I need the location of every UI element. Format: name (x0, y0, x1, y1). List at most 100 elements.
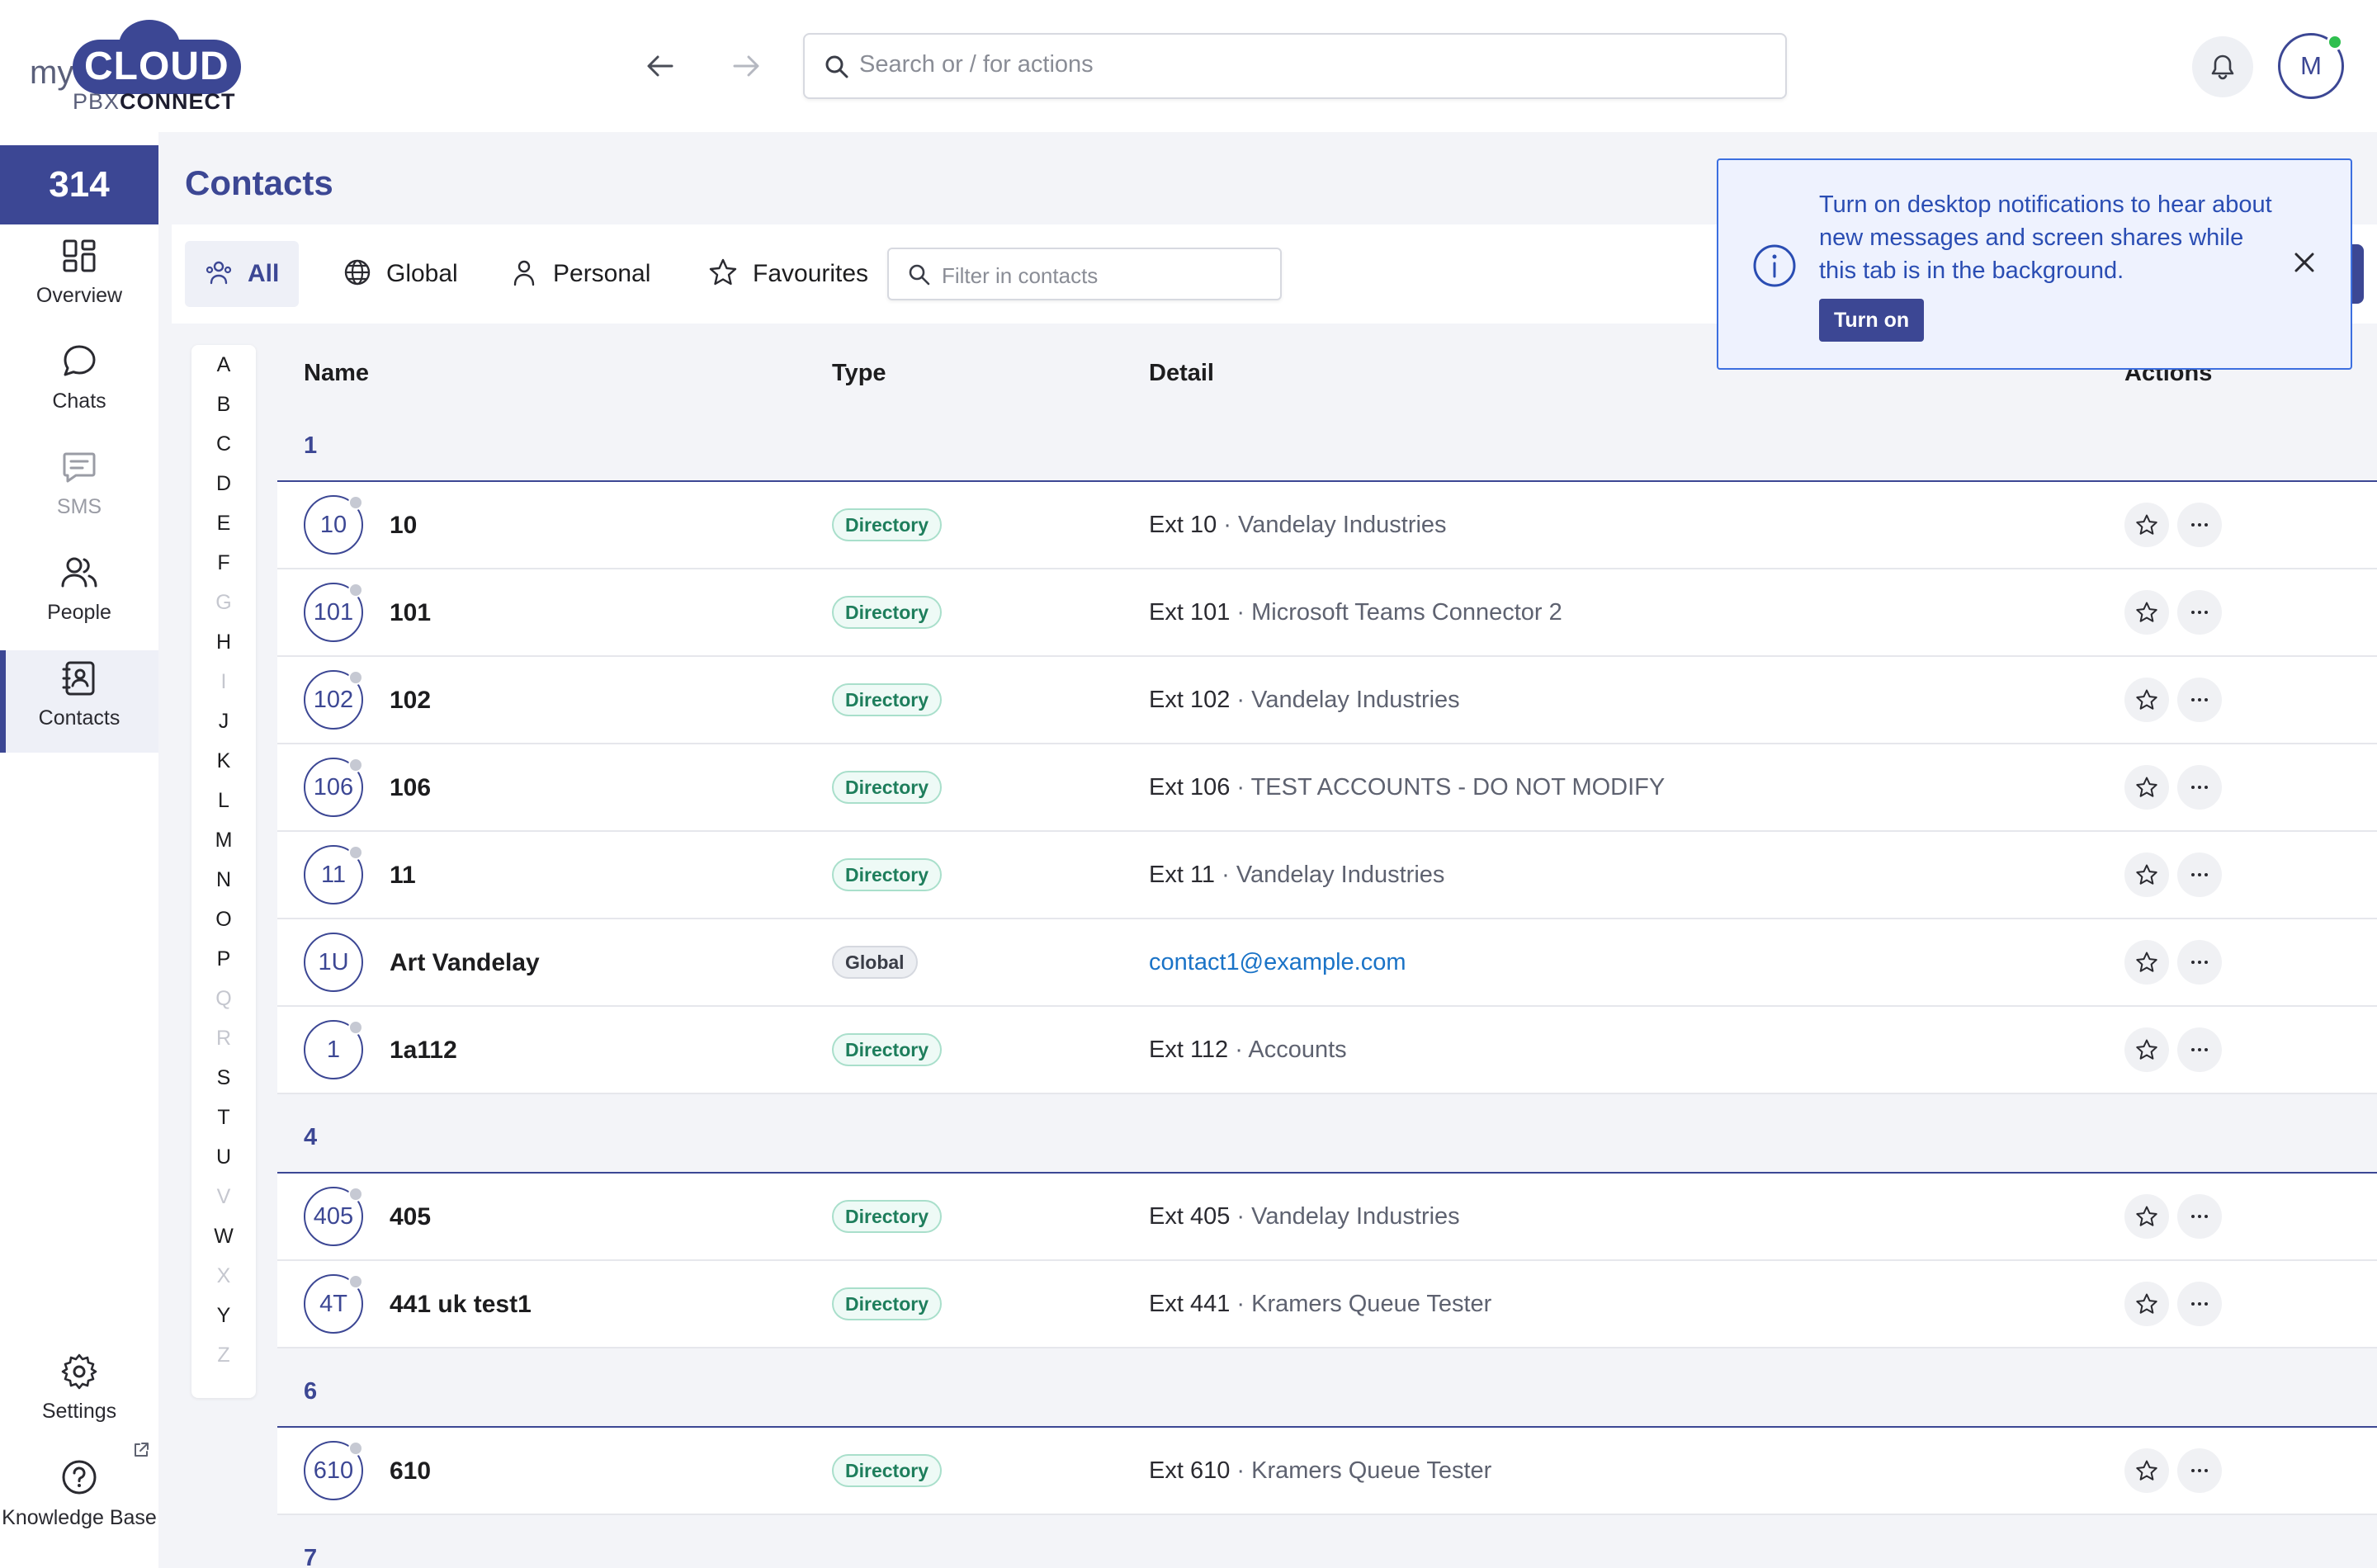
globe-icon (344, 259, 371, 286)
table-row[interactable]: 11 11 Directory Ext 11 · Vandelay Industrie… (277, 832, 2377, 919)
column-header-detail[interactable]: Detail (1149, 360, 1214, 387)
favourite-button[interactable] (2124, 765, 2169, 810)
sidebar-item-contacts[interactable]: Contacts (0, 650, 158, 753)
table-row[interactable]: 1 1a112 Directory Ext 112 · Accounts (277, 1007, 2377, 1094)
extension-count-badge[interactable]: 314 (0, 145, 158, 224)
sidebar-item-sms[interactable]: SMS (0, 439, 158, 541)
alphabet-letter-a[interactable]: A (191, 345, 256, 385)
tab-favourites[interactable]: Favourites (688, 241, 888, 307)
back-arrow-icon[interactable] (640, 46, 680, 86)
favourite-button[interactable] (2124, 678, 2169, 722)
contact-avatar: 405 (304, 1187, 363, 1246)
contact-detail: Ext 405 · Vandelay Industries (1149, 1203, 1460, 1230)
more-actions-button[interactable] (2177, 678, 2222, 722)
overview-icon (63, 239, 96, 272)
alphabet-letter-f[interactable]: F (191, 543, 256, 583)
alphabet-letter-w[interactable]: W (191, 1216, 256, 1256)
favourite-button[interactable] (2124, 852, 2169, 897)
user-avatar[interactable]: M (2278, 33, 2344, 99)
gear-icon (61, 1353, 97, 1390)
alphabet-letter-l[interactable]: L (191, 781, 256, 820)
tab-all-label: All (248, 260, 280, 287)
alphabet-letter-s[interactable]: S (191, 1058, 256, 1098)
turn-on-notifications-button[interactable]: Turn on (1819, 299, 1925, 342)
tab-global-label: Global (386, 260, 458, 287)
table-row[interactable]: 1U Art Vandelay Global contact1@example.com (277, 919, 2377, 1007)
search-icon (909, 264, 930, 286)
forward-arrow-icon[interactable] (726, 46, 766, 86)
table-row[interactable]: 106 106 Directory Ext 106 · TEST ACCOUNTS -… (277, 744, 2377, 832)
contact-type-badge: Directory (832, 596, 942, 629)
sidebar-item-people[interactable]: People (0, 545, 158, 647)
tab-all[interactable]: All (185, 241, 300, 307)
alphabet-letter-c[interactable]: C (191, 424, 256, 464)
favourite-button[interactable] (2124, 503, 2169, 547)
contact-detail: Ext 102 · Vandelay Industries (1149, 687, 1460, 713)
notifications-button[interactable] (2192, 36, 2253, 97)
favourite-button[interactable] (2124, 1027, 2169, 1072)
global-search-input[interactable]: Search or / for actions (803, 33, 1787, 99)
app-logo[interactable]: my CLOUD PBXCONNECT (30, 17, 241, 117)
alphabet-letter-b[interactable]: B (191, 385, 256, 424)
more-actions-button[interactable] (2177, 590, 2222, 635)
favourite-button[interactable] (2124, 1282, 2169, 1326)
contact-email-link[interactable]: contact1@example.com (1149, 949, 1406, 976)
table-row[interactable]: 405 405 Directory Ext 405 · Vandelay Indust… (277, 1174, 2377, 1261)
alphabet-letter-u[interactable]: U (191, 1137, 256, 1177)
sidebar-item-label: Overview (35, 284, 123, 307)
more-actions-button[interactable] (2177, 1282, 2222, 1326)
alphabet-letter-y[interactable]: Y (191, 1296, 256, 1335)
group-label: 7 (304, 1545, 318, 1568)
table-row[interactable]: 101 101 Directory Ext 101 · Microsoft Teams… (277, 569, 2377, 657)
contact-avatar: 102 (304, 670, 363, 730)
alphabet-letter-j[interactable]: J (191, 701, 256, 741)
logo-subtitle: PBXCONNECT (73, 89, 236, 114)
alphabet-letter-k[interactable]: K (191, 741, 256, 781)
presence-dot (348, 1441, 363, 1456)
tab-personal[interactable]: Personal (490, 241, 670, 307)
alphabet-letter-p[interactable]: P (191, 939, 256, 979)
more-actions-button[interactable] (2177, 503, 2222, 547)
sms-icon (63, 452, 96, 483)
tab-global[interactable]: Global (324, 241, 478, 307)
alphabet-letter-m[interactable]: M (191, 820, 256, 860)
sidebar-item-chats[interactable]: Chats (0, 333, 158, 436)
more-actions-button[interactable] (2177, 940, 2222, 985)
more-actions-button[interactable] (2177, 852, 2222, 897)
table-row[interactable]: 10 10 Directory Ext 10 · Vandelay Industrie… (277, 482, 2377, 569)
table-row[interactable]: 610 610 Directory Ext 610 · Kramers Queue T… (277, 1428, 2377, 1515)
sidebar-item-overview[interactable]: Overview (0, 228, 158, 330)
sidebar-item-knowledge-base[interactable]: Knowledge Base (0, 1449, 158, 1565)
sidebar: 314 Overview Chats SMS People Contacts S… (0, 145, 158, 1568)
filter-contacts-input[interactable]: Filter in contacts (887, 248, 1282, 300)
search-placeholder: Search or / for actions (859, 51, 1094, 78)
more-actions-button[interactable] (2177, 1027, 2222, 1072)
column-header-type[interactable]: Type (832, 360, 886, 387)
group-header: 6 (277, 1348, 2377, 1428)
column-header-name[interactable]: Name (304, 360, 369, 387)
favourite-button[interactable] (2124, 1194, 2169, 1239)
favourite-button[interactable] (2124, 590, 2169, 635)
logo-cloud-text: CLOUD (73, 40, 241, 94)
table-row[interactable]: 4T 441 uk test1 Directory Ext 441 · Kramers… (277, 1261, 2377, 1348)
more-actions-button[interactable] (2177, 1448, 2222, 1493)
alphabet-letter-e[interactable]: E (191, 503, 256, 543)
star-icon (709, 258, 737, 286)
alphabet-letter-t[interactable]: T (191, 1098, 256, 1137)
alphabet-letter-d[interactable]: D (191, 464, 256, 503)
sidebar-item-settings[interactable]: Settings (0, 1344, 158, 1446)
alphabet-letter-n[interactable]: N (191, 860, 256, 900)
more-actions-button[interactable] (2177, 765, 2222, 810)
more-actions-button[interactable] (2177, 1194, 2222, 1239)
alphabet-letter-r: R (215, 1027, 232, 1050)
alphabet-letter-h[interactable]: H (191, 622, 256, 662)
table-row[interactable]: 102 102 Directory Ext 102 · Vandelay Indust… (277, 657, 2377, 744)
alphabet-letter-o[interactable]: O (191, 900, 256, 939)
close-icon[interactable] (2288, 246, 2321, 279)
contact-type-badge: Global (832, 946, 918, 979)
alphabet-letter-q: Q (215, 987, 232, 1010)
favourite-button[interactable] (2124, 940, 2169, 985)
contact-name: 102 (390, 687, 432, 714)
favourite-button[interactable] (2124, 1448, 2169, 1493)
group-header: 7 (277, 1515, 2377, 1568)
